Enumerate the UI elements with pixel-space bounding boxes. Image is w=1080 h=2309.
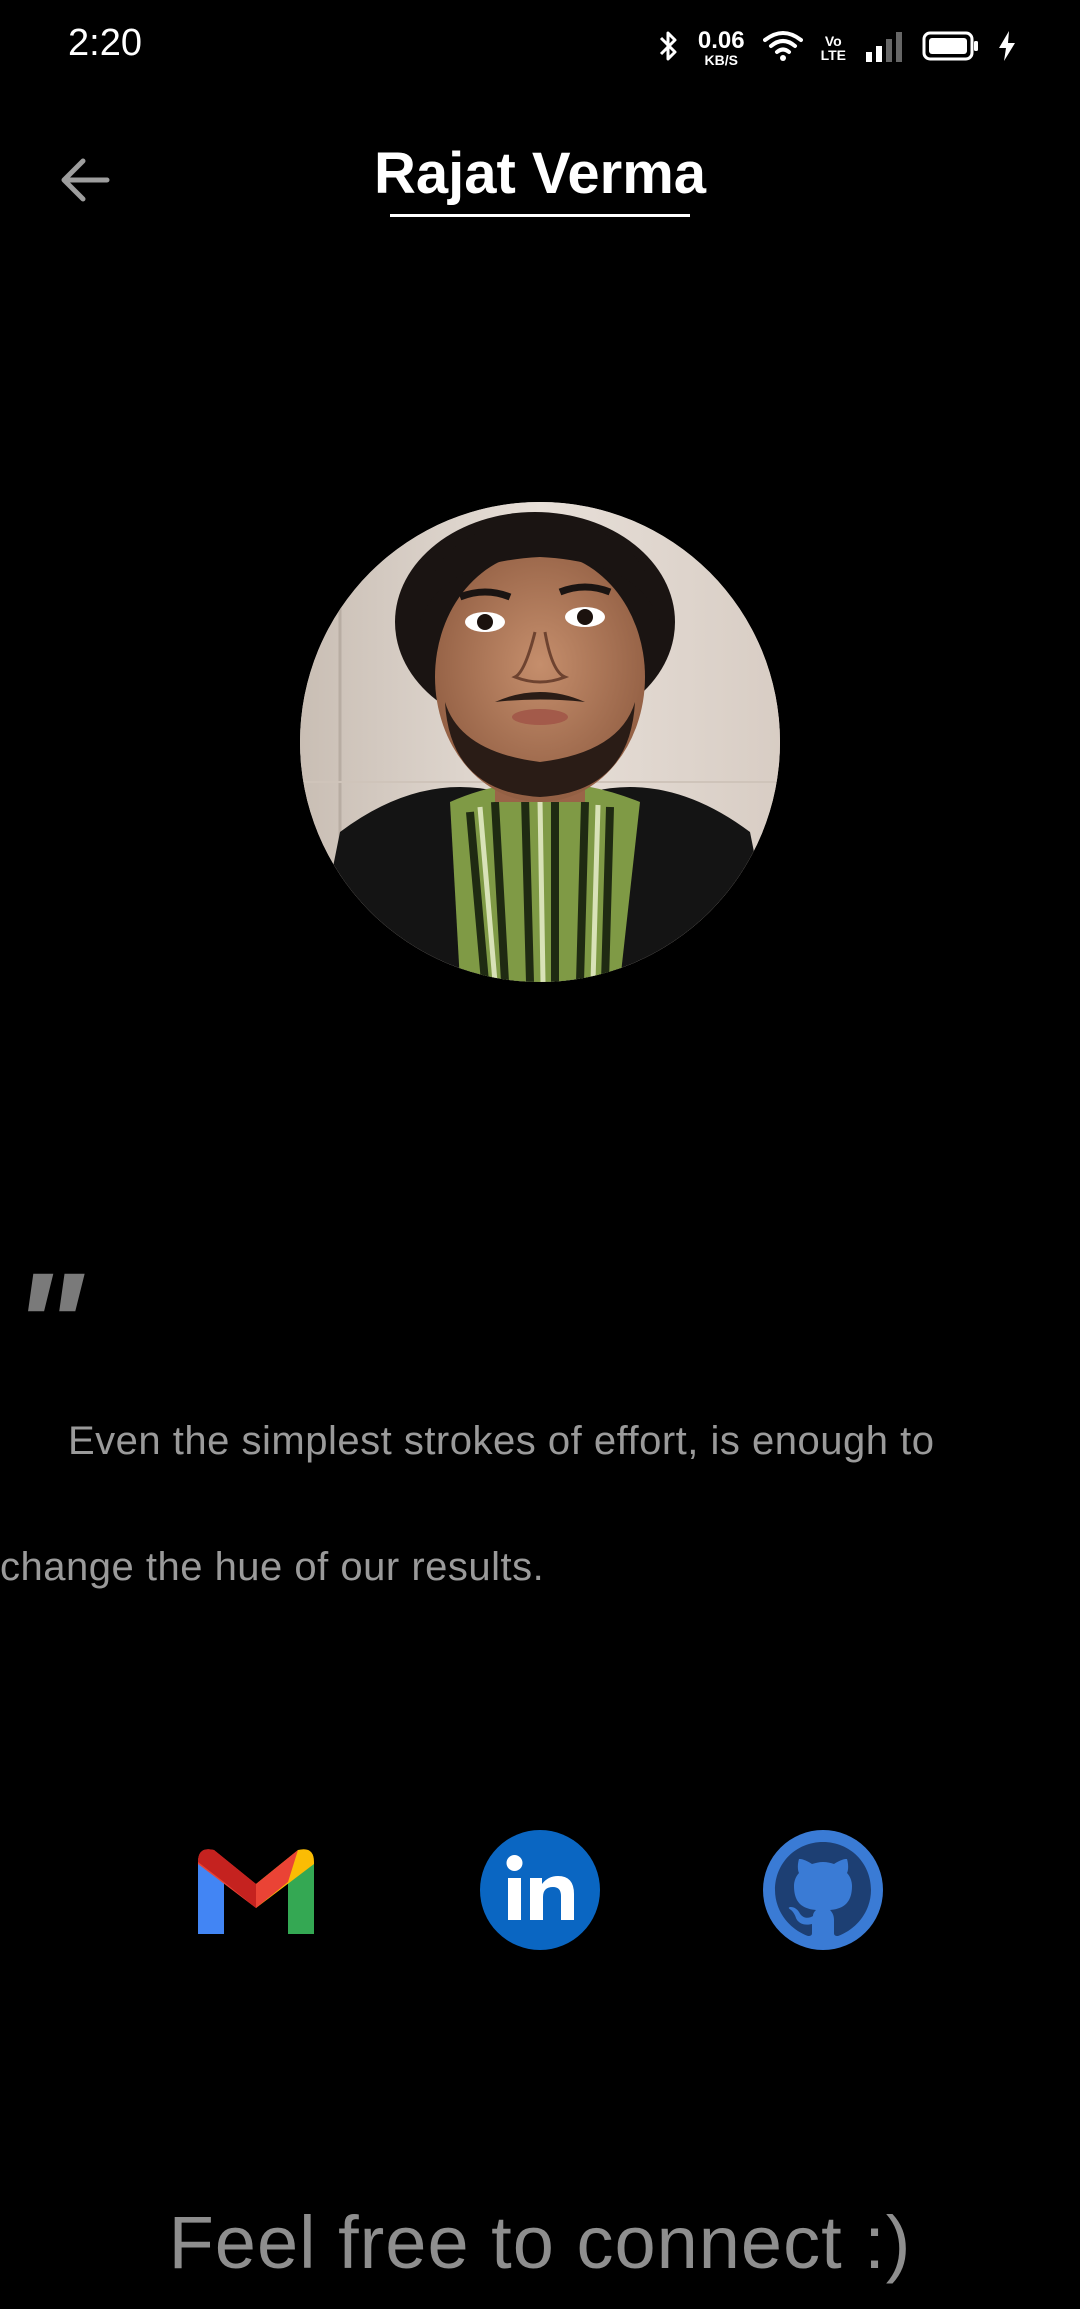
linkedin-icon: [480, 1830, 600, 1950]
bluetooth-icon: [658, 29, 680, 68]
status-time: 2:20: [68, 22, 142, 64]
github-icon: [763, 1830, 883, 1950]
volte-bottom: LTE: [820, 47, 846, 63]
network-speed: 0.06 KB/S: [697, 27, 745, 68]
footer-text: Feel free to connect :): [168, 2201, 912, 2284]
gmail-icon: [198, 1849, 314, 1934]
signal-icon: [864, 30, 904, 67]
page-title: Rajat Verma: [373, 141, 707, 206]
profile-photo: [300, 502, 780, 982]
avatar: [300, 502, 780, 982]
github-button[interactable]: [761, 1828, 885, 1952]
volte-top: Vo: [824, 33, 842, 49]
title-underline: [390, 214, 690, 217]
linkedin-button[interactable]: [478, 1828, 602, 1952]
charging-icon: [998, 30, 1016, 67]
net-speed-unit: KB/S: [704, 52, 738, 68]
battery-icon: [922, 30, 980, 67]
status-icons: 0.06 KB/S Vo LTE: [658, 26, 1016, 70]
wifi-icon: [762, 30, 803, 67]
volte-indicator: Vo LTE: [821, 34, 846, 62]
net-speed-value: 0.06: [697, 27, 745, 54]
gmail-button[interactable]: [194, 1828, 318, 1952]
quote-text: Even the simplest strokes of effort, is …: [0, 1419, 935, 1589]
